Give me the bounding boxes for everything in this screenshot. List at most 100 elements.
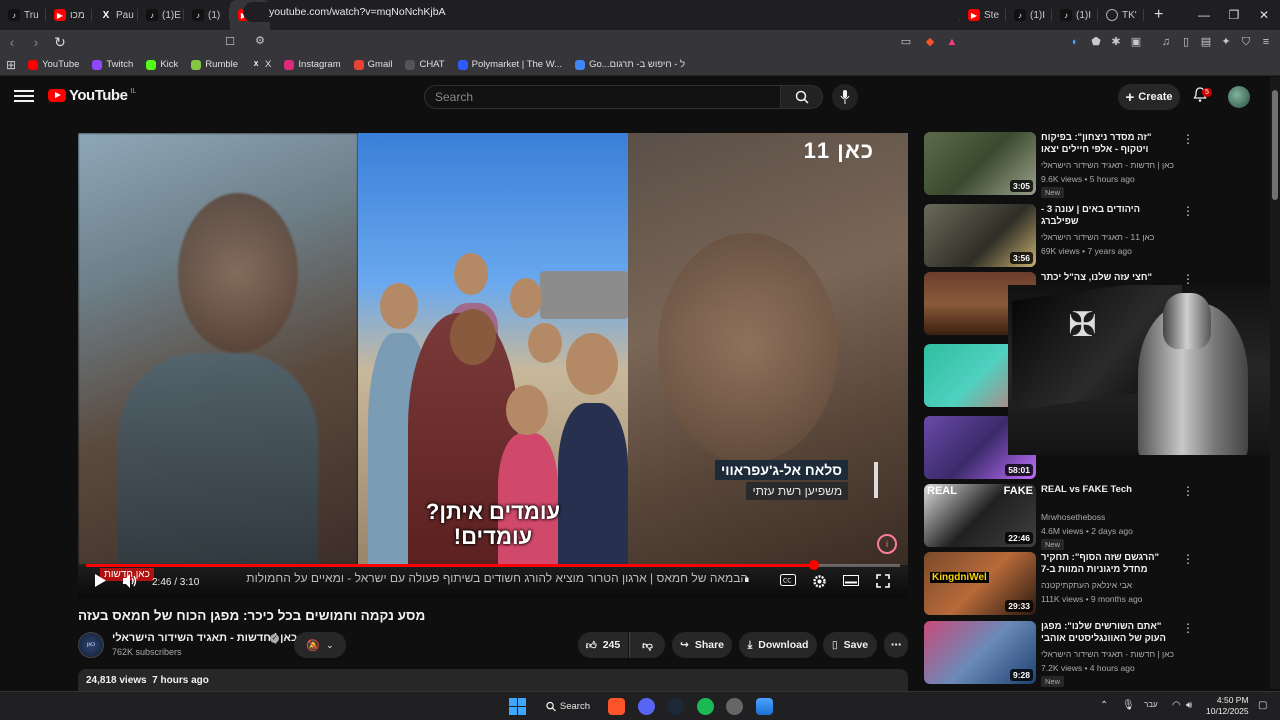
language-indicator[interactable]: עבר <box>1144 700 1158 709</box>
microphone-tray-icon[interactable]: 🎙︎ <box>1122 700 1135 711</box>
recommended-video[interactable]: 9:28 "אתם השורשים שלנו": מפגן העוק של האו… <box>924 621 1269 687</box>
system-clock[interactable]: 4:50 PM 10/12/2025 <box>1206 695 1249 717</box>
more-vertical-icon[interactable]: ⋮ <box>1182 552 1194 566</box>
scrollbar-thumb[interactable] <box>1272 90 1278 200</box>
close-window-icon[interactable]: ✕ <box>1248 0 1280 30</box>
browser-tab[interactable]: ♪ (1)E <box>138 0 184 30</box>
speaker-icon[interactable]: 🔊︎ <box>1186 700 1192 711</box>
brave-shield-icon[interactable]: ◆ <box>922 34 938 50</box>
cast-icon[interactable]: ▭ <box>898 34 914 50</box>
create-button[interactable]: + Create <box>1118 84 1180 110</box>
more-vertical-icon[interactable]: ⋮ <box>1182 272 1194 286</box>
autoplay-toggle[interactable]: ⏸ <box>744 574 750 587</box>
video-player[interactable]: כאן 11 סלאח אל-ג'עפראווי משפיען רשת עזתי… <box>78 133 908 598</box>
more-vertical-icon[interactable]: ⋮ <box>1182 484 1194 498</box>
subscribed-notification-button[interactable]: 🔕 ⌄ <box>294 632 346 658</box>
leo-icon[interactable]: ✦ <box>1218 34 1234 50</box>
theater-mode-button[interactable] <box>843 574 859 589</box>
like-button[interactable]: 👍︎ 245 <box>578 632 628 658</box>
taskbar-search[interactable]: Search <box>546 697 590 716</box>
user-avatar[interactable] <box>1228 86 1250 108</box>
browser-tab[interactable]: X Pau <box>92 0 138 30</box>
search-button[interactable] <box>781 85 823 109</box>
forward-icon[interactable]: › <box>24 34 48 50</box>
steam-icon[interactable] <box>667 698 684 715</box>
spotify-icon[interactable] <box>697 698 714 715</box>
screenshot-icon[interactable]: ▣ <box>1128 34 1144 50</box>
bookmark-poly[interactable]: Polymarket | The W... <box>457 59 562 70</box>
back-icon[interactable]: ‹ <box>0 34 24 50</box>
bookmark-google[interactable]: Go...ל - חיפוש ב- תרגום <box>575 59 685 70</box>
recommended-video[interactable]: 3:05 "זה מסדר ניצחון": בפיקוח ויטקוף - אל… <box>924 132 1269 198</box>
apps-grid-icon[interactable]: ⊞ <box>6 58 16 72</box>
extensions-icon[interactable]: ✱ <box>1108 34 1124 50</box>
more-vertical-icon[interactable]: ⋮ <box>1182 621 1194 635</box>
browser-tab[interactable]: ▶ Ste <box>960 0 1006 30</box>
brave-rewards-icon[interactable]: ▲ <box>944 34 960 50</box>
wallet-icon[interactable]: ▤ <box>1198 34 1214 50</box>
more-vertical-icon[interactable]: ⋮ <box>1182 132 1194 146</box>
play-button[interactable] <box>94 574 106 590</box>
wifi-icon[interactable]: ◠ <box>1172 700 1181 711</box>
recommended-video[interactable]: REAL FAKE 22:46 REAL vs FAKE Tech Mrwhosethe… <box>924 484 1269 550</box>
browser-tab[interactable]: ♪ (1)I <box>1006 0 1052 30</box>
bookmark-kick[interactable]: Kick <box>146 59 178 70</box>
site-info-icon[interactable]: ⚙ <box>252 33 268 49</box>
browser-tab[interactable]: ▶ מכו <box>46 0 92 30</box>
windows-start-icon[interactable] <box>509 698 526 715</box>
bookmark-yt[interactable]: YouTube <box>28 59 79 70</box>
progress-bar[interactable] <box>86 560 900 570</box>
save-button[interactable]: ▯ Save <box>823 632 877 658</box>
bookmark-twitch[interactable]: Twitch <box>92 59 133 70</box>
video-thumbnail[interactable]: REAL FAKE 22:46 <box>924 484 1036 547</box>
browser-tab[interactable]: ♪ (1) <box>184 0 230 30</box>
bookmark-rumble[interactable]: Rumble <box>191 59 238 70</box>
discord-icon[interactable] <box>638 698 655 715</box>
audio-icon[interactable]: ◖ <box>1066 34 1082 50</box>
description-box[interactable]: 24,818 views 7 hours ago <box>78 669 908 691</box>
video-thumbnail[interactable]: 3:56 <box>924 204 1036 267</box>
bookmark-chat[interactable]: CHAT <box>405 59 445 70</box>
recommended-video[interactable]: 3:56 היהודים באים | עונה 3 - שפילברג כאן 1… <box>924 204 1269 270</box>
bookmark-x[interactable]: XX <box>251 59 272 70</box>
browser-tab[interactable]: ♪ Tru <box>0 0 46 30</box>
more-vertical-icon[interactable]: ⋮ <box>1182 204 1194 218</box>
bookmark-gmail[interactable]: Gmail <box>353 59 392 70</box>
app-icon[interactable] <box>726 698 743 715</box>
volume-button[interactable] <box>122 574 138 591</box>
new-tab-icon[interactable]: + <box>1154 6 1163 24</box>
browser-menu-icon[interactable]: ≡ <box>1258 34 1274 50</box>
media-icon[interactable]: ♫ <box>1158 34 1174 50</box>
reload-icon[interactable]: ↻ <box>48 34 72 51</box>
minimize-icon[interactable]: — <box>1188 0 1220 30</box>
channel-avatar[interactable]: כאן <box>78 632 104 658</box>
browser-tab[interactable]: TK' <box>1098 0 1144 30</box>
tray-chevron-icon[interactable]: ⌃ <box>1100 700 1108 711</box>
brave-browser-icon[interactable] <box>608 698 625 715</box>
voice-search-button[interactable] <box>832 84 858 110</box>
captions-button[interactable]: CC <box>780 574 796 589</box>
bookmark-ig[interactable]: Instagram <box>284 59 341 70</box>
fullscreen-button[interactable] <box>876 574 890 591</box>
video-thumbnail[interactable]: 3:05 <box>924 132 1036 195</box>
settings-button[interactable] <box>812 574 827 592</box>
sidebar-icon[interactable]: ▯ <box>1178 34 1194 50</box>
info-card-icon[interactable]: i <box>877 534 897 554</box>
video-thumbnail[interactable]: 9:28 <box>924 621 1036 684</box>
maximize-icon[interactable]: ❐ <box>1218 0 1250 30</box>
share-button[interactable]: ↪ Share <box>672 632 732 658</box>
shield-icon[interactable]: ⛉ <box>1238 34 1254 50</box>
hamburger-menu-icon[interactable] <box>14 87 34 107</box>
more-actions-button[interactable]: ⋯ <box>884 632 908 658</box>
url-field[interactable]: youtube.com/watch?v=mqNoNchKjbA <box>243 2 963 22</box>
search-input[interactable]: Search <box>424 85 781 109</box>
dislike-button[interactable]: 👎︎ <box>629 632 665 658</box>
vpn-icon[interactable]: ⬟ <box>1088 34 1104 50</box>
download-button[interactable]: ⤓ Download <box>739 632 817 658</box>
notifications-tray-icon[interactable]: ▢ <box>1258 700 1267 711</box>
bookmark-icon[interactable]: ☐ <box>222 34 238 50</box>
photos-icon[interactable] <box>756 698 773 715</box>
recommended-video[interactable]: KingdniWel 29:33 "הרגשם שזה הסוף": תחקיר מ… <box>924 552 1269 618</box>
video-thumbnail[interactable]: KingdniWel 29:33 <box>924 552 1036 615</box>
browser-tab[interactable]: ♪ (1)I <box>1052 0 1098 30</box>
